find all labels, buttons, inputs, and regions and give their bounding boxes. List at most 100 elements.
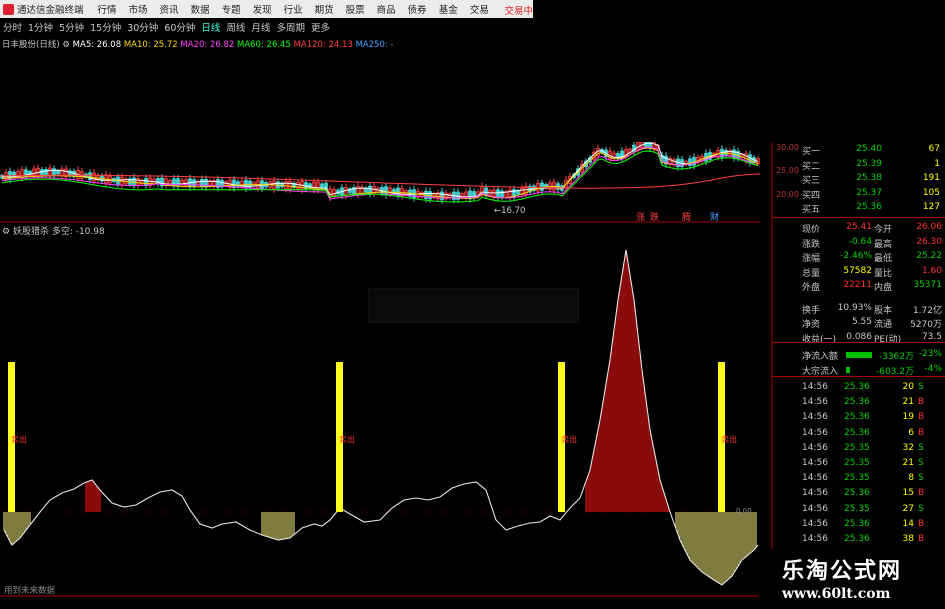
trade-side: B: [918, 488, 925, 499]
candle-body: [52, 168, 56, 176]
price-series-group: [0, 136, 761, 204]
stat-value-2: 26.30: [916, 236, 942, 247]
candle-body: [440, 191, 444, 201]
trade-time: 14:56: [802, 412, 828, 423]
flow-value: -603.2万: [875, 366, 914, 377]
trade-vol: 6: [908, 427, 914, 438]
candle-body: [384, 186, 388, 196]
watermark-url: www.60lt.com: [782, 586, 891, 602]
trade-price: 25.35: [844, 503, 870, 514]
trade-time: 14:56: [802, 458, 828, 468]
trade-side: S: [918, 473, 924, 484]
buy-tag-4[interactable]: 财: [710, 210, 719, 223]
trade-price: 25.35: [844, 442, 870, 453]
stat-value-2: 5270万: [910, 320, 942, 330]
stat-label-1: 现价: [802, 225, 821, 235]
sell-signal-label: 卖出: [339, 434, 355, 444]
trade-vol: 8: [908, 473, 914, 484]
panel-divider: [772, 217, 945, 218]
flow-bar: [846, 366, 850, 373]
trade-vol: 27: [902, 503, 914, 514]
trade-side: S: [918, 382, 924, 392]
trade-vol: 20: [902, 382, 914, 392]
panel-divider: [772, 342, 945, 343]
watermark: 乐淘公式网 www.60lt.com: [758, 549, 945, 609]
trade-price: 25.36: [844, 534, 870, 544]
flow-label: 净流入额: [802, 352, 839, 362]
flow-label: 大宗流入: [802, 366, 839, 377]
trade-time: 14:56: [802, 473, 828, 484]
stat-value-1: 5.55: [851, 317, 872, 327]
trade-price: 25.35: [844, 458, 870, 468]
flow-pct: -4%: [924, 363, 942, 374]
candle-body: [44, 168, 48, 176]
bid-price: 25.40: [856, 144, 882, 154]
indicator-zero-label: 0.00: [736, 507, 752, 515]
bid-label: 买一: [802, 147, 821, 157]
trade-price: 25.36: [844, 397, 870, 408]
bid-label: 买四: [802, 190, 821, 201]
bid-label: 买二: [802, 161, 821, 172]
buy-tag-2[interactable]: 跌: [650, 210, 659, 223]
quote-panel: 买一 25.40 67 买二 25.39 1 买三 25.38 191 买四 25.37 105 买五 2…: [760, 142, 945, 609]
stat-value-2: 73.5: [921, 331, 942, 342]
trade-price: 25.36: [844, 412, 870, 423]
flow-bar: [846, 352, 872, 358]
selection-box: [368, 288, 579, 323]
trade-time: 14:56: [802, 518, 828, 529]
trade-time: 14:56: [802, 442, 828, 453]
sell-signal-label: 卖出: [11, 434, 27, 444]
stat-value-2: 25.22: [916, 251, 942, 261]
indicator-settings-icon[interactable]: ⚙: [2, 227, 10, 237]
stat-value-1: -2.46%: [840, 251, 872, 261]
stat-value-1: 10.93%: [837, 302, 872, 313]
ma-line: [1, 146, 759, 200]
bid-vol: 191: [922, 173, 940, 183]
trade-side: S: [918, 503, 924, 514]
trade-vol: 38: [902, 534, 914, 544]
sell-signal-label: 卖出: [561, 434, 577, 444]
redacted-area: [533, 0, 945, 142]
bid-price: 25.39: [856, 158, 882, 169]
indicator-title: ⚙ 妖股猎杀 多空: -10.98: [2, 224, 105, 237]
candle-body: [540, 182, 544, 191]
trade-side: S: [918, 442, 924, 453]
stat-value-2: 1.72亿: [912, 305, 942, 316]
trade-side: B: [918, 427, 925, 438]
flow-pct: -23%: [918, 349, 942, 359]
bid-vol: 127: [922, 202, 940, 212]
trade-time: 14:56: [802, 488, 828, 499]
trade-vol: 21: [902, 397, 914, 408]
trade-vol: 14: [902, 518, 914, 529]
trade-price: 25.36: [844, 518, 870, 529]
ma-line: [1, 150, 759, 203]
trade-side: B: [918, 397, 925, 408]
trade-time: 14:56: [802, 397, 828, 408]
bid-vol: 105: [922, 187, 940, 198]
bid-price: 25.38: [856, 173, 882, 183]
stat-label-1: 净资: [802, 320, 821, 330]
trade-time: 14:56: [802, 503, 828, 514]
stat-label-1: 总量: [802, 268, 821, 279]
buy-tag-1[interactable]: 涨: [636, 210, 645, 223]
trade-price: 25.36: [844, 427, 870, 438]
stat-value-2: 26.06: [916, 222, 942, 232]
stat-value-2: 1.60: [921, 265, 942, 276]
sell-signal-label: 卖出: [721, 434, 737, 444]
candle-body: [56, 170, 60, 175]
buy-tag-3[interactable]: 腾: [682, 210, 691, 223]
candle-body: [144, 177, 148, 186]
stat-value-2: 35371: [913, 280, 942, 290]
bid-label: 买五: [802, 205, 821, 215]
stat-label-1: 换手: [802, 305, 821, 316]
trade-vol: 15: [902, 488, 914, 499]
bid-vol: 67: [928, 144, 940, 154]
trade-vol: 21: [902, 458, 914, 468]
candle-body: [496, 189, 500, 199]
stat-value-1: 22211: [843, 280, 872, 290]
stat-value-1: 0.086: [846, 331, 872, 342]
trade-side: B: [918, 412, 925, 423]
low-price-label: ←16.70: [494, 206, 526, 216]
trade-vol: 32: [902, 442, 914, 453]
indicator-title-text: 妖股猎杀 多空: -10.98: [12, 227, 105, 237]
